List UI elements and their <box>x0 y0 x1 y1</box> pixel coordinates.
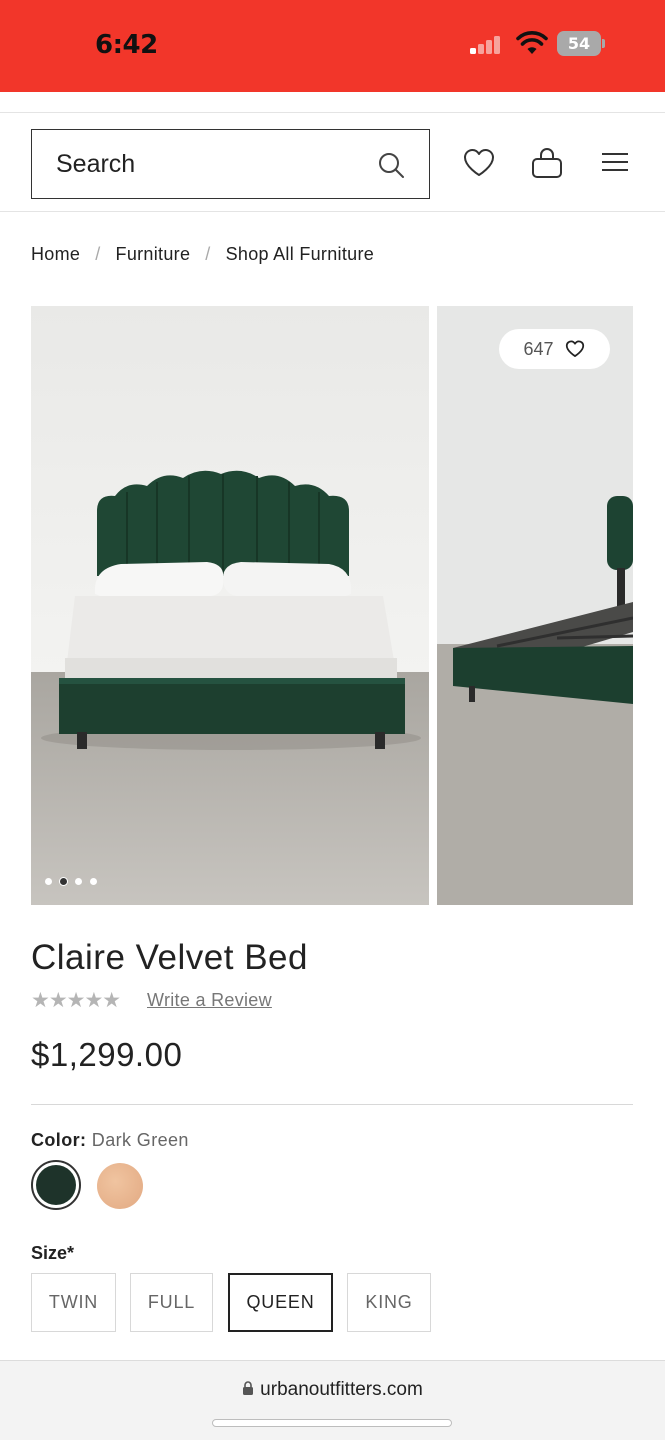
breadcrumb-shop-all-furniture[interactable]: Shop All Furniture <box>226 244 374 265</box>
hamburger-menu-icon[interactable] <box>598 146 632 180</box>
search-placeholder: Search <box>56 149 136 178</box>
lock-icon <box>243 1381 254 1395</box>
carousel-dot[interactable] <box>75 878 82 885</box>
carousel-dots <box>45 878 97 885</box>
header-top-divider <box>0 112 665 113</box>
bag-icon[interactable] <box>530 146 564 180</box>
color-label-title: Color: <box>31 1130 87 1150</box>
heart-icon[interactable] <box>462 146 496 180</box>
color-selected-value: Dark Green <box>91 1130 189 1150</box>
url-field[interactable]: urbanoutfitters.com <box>0 1379 665 1401</box>
url-text: urbanoutfitters.com <box>260 1379 423 1400</box>
cellular-signal-icon <box>470 34 506 54</box>
product-title: Claire Velvet Bed <box>31 938 308 977</box>
search-input[interactable]: Search <box>31 129 430 199</box>
color-swatch-dark-green[interactable] <box>31 1160 81 1210</box>
battery-indicator: 54 <box>557 31 605 56</box>
product-image-main[interactable] <box>31 306 429 905</box>
size-option-king[interactable]: KING <box>347 1273 431 1332</box>
size-option-queen[interactable]: QUEEN <box>228 1273 333 1332</box>
home-indicator[interactable] <box>212 1419 452 1427</box>
product-image-secondary[interactable] <box>437 306 633 905</box>
wishlist-count: 647 <box>523 338 554 359</box>
section-divider <box>31 1104 633 1105</box>
status-bar: 6:42 54 <box>0 0 665 92</box>
status-time: 6:42 <box>95 30 158 60</box>
size-option-full[interactable]: FULL <box>130 1273 213 1332</box>
heart-icon <box>565 340 584 357</box>
breadcrumb-separator: / <box>205 244 211 264</box>
size-label: Size* <box>31 1243 75 1263</box>
bed-frame-image <box>437 306 633 905</box>
search-icon[interactable] <box>377 151 405 179</box>
wifi-icon <box>516 31 548 54</box>
color-swatch-peach[interactable] <box>97 1163 143 1209</box>
bed-front-image <box>31 306 429 905</box>
battery-level: 54 <box>567 34 591 53</box>
color-label: Color: Dark Green <box>31 1130 189 1151</box>
carousel-dot-active[interactable] <box>60 878 67 885</box>
product-price: $1,299.00 <box>31 1036 183 1073</box>
breadcrumb-separator: / <box>95 244 101 264</box>
browser-address-bar: urbanoutfitters.com <box>0 1360 665 1440</box>
carousel-dot[interactable] <box>90 878 97 885</box>
breadcrumb-home[interactable]: Home <box>31 244 80 265</box>
rating-stars: ★★★★★ <box>31 989 121 1012</box>
size-option-twin[interactable]: TWIN <box>31 1273 116 1332</box>
breadcrumb-furniture[interactable]: Furniture <box>116 244 191 265</box>
header-bottom-divider <box>0 211 665 212</box>
breadcrumb: Home / Furniture / Shop All Furniture <box>31 244 374 265</box>
carousel-dot[interactable] <box>45 878 52 885</box>
write-review-link[interactable]: Write a Review <box>147 990 272 1011</box>
wishlist-count-button[interactable]: 647 <box>499 329 610 369</box>
